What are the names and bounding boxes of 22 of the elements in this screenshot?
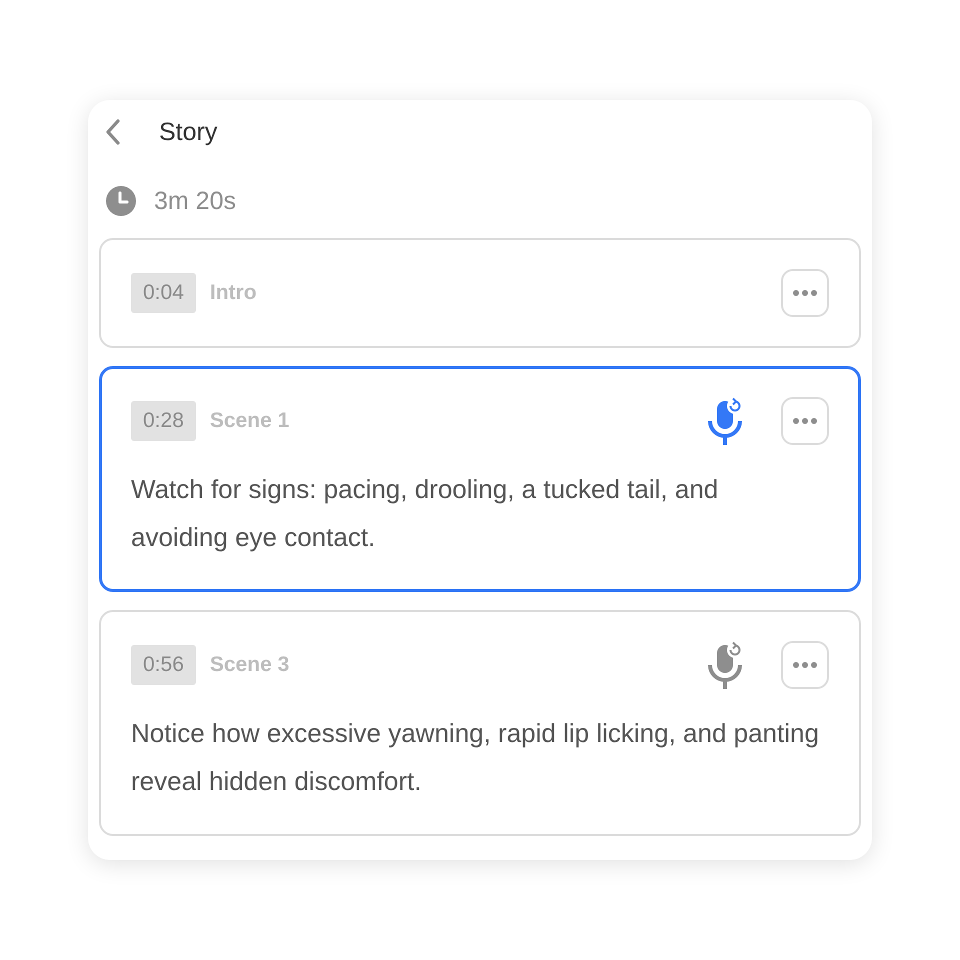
- microphone-refresh-icon[interactable]: [707, 641, 745, 689]
- scene-title: Intro: [210, 281, 257, 305]
- timestamp-tag: 0:28: [131, 401, 196, 441]
- ellipsis-icon: [793, 418, 817, 424]
- scene-text: Notice how excessive yawning, rapid lip licking, and panting reveal hidden discomfort.: [131, 717, 820, 798]
- ellipsis-icon: [793, 662, 817, 668]
- back-icon[interactable]: [105, 119, 121, 145]
- scene-title: Scene 1: [210, 409, 290, 433]
- scene-text: Watch for signs: pacing, drooling, a tucked tail, and avoiding eye contact.: [131, 473, 720, 554]
- duration-text: 3m 20s: [154, 186, 236, 216]
- more-button[interactable]: [781, 269, 829, 317]
- scene-card[interactable]: 0:28 Scene 1 Watch for signs: pacing, drooling, a tucked tail, and avoiding eye contact.: [99, 366, 861, 592]
- microphone-refresh-icon[interactable]: [707, 397, 745, 445]
- timestamp-tag: 0:04: [131, 273, 196, 313]
- timestamp-tag: 0:56: [131, 645, 196, 685]
- scene-title: Scene 3: [210, 653, 290, 677]
- ellipsis-icon: [793, 290, 817, 296]
- more-button[interactable]: [781, 641, 829, 689]
- more-button[interactable]: [781, 397, 829, 445]
- clock-icon: [106, 186, 136, 216]
- scene-card[interactable]: 0:56 Scene 3 Notice how excessive yawning, rapid lip licking, and panting reveal hidden discomfort.: [99, 610, 861, 836]
- page-title: Story: [159, 118, 218, 146]
